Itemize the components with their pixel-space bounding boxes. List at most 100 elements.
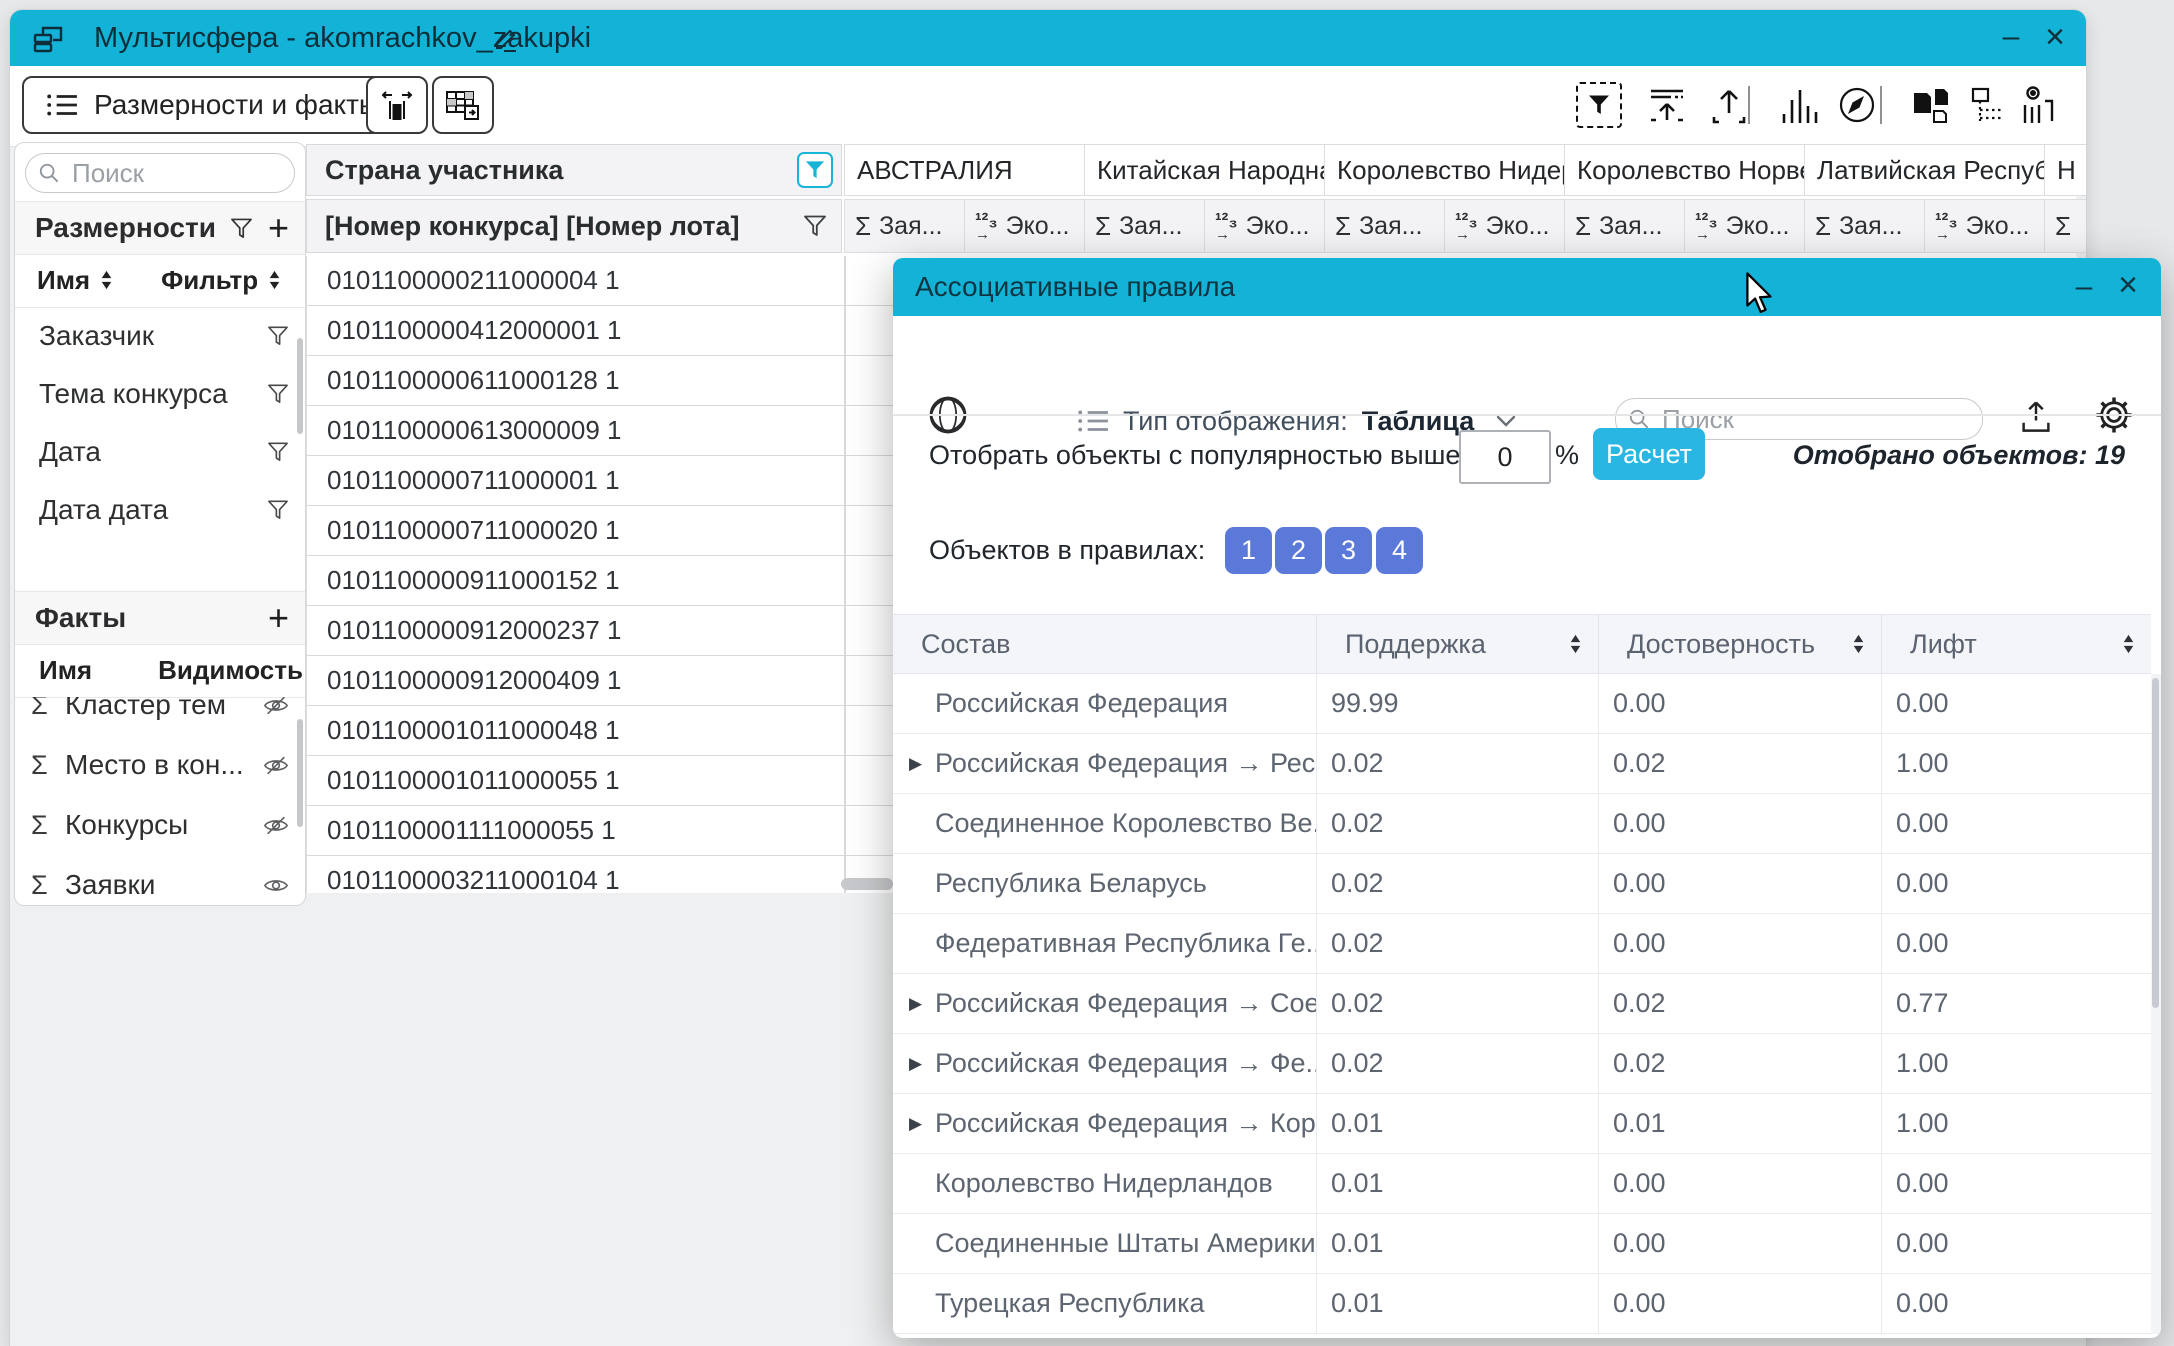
collapse-rows-icon[interactable]	[1644, 82, 1690, 128]
table-row[interactable]: Соединенные Штаты Америки 0.01 0.00 0.00	[893, 1214, 2151, 1274]
search-input[interactable]	[70, 157, 282, 190]
table-row[interactable]: Федеративная Республика Ге... 0.02 0.00 …	[893, 914, 2151, 974]
column-header[interactable]: Королевство Норве	[1564, 144, 1815, 196]
dialog-title-bar[interactable]: Ассоциативные правила – ×	[893, 258, 2161, 316]
measure-header-applications[interactable]: ΣЗая...	[1564, 199, 1693, 253]
dialog-export-icon[interactable]	[2019, 398, 2053, 434]
table-row[interactable]: Республика Беларусь 0.02 0.00 0.00	[893, 854, 2151, 914]
eye-slash-icon[interactable]	[263, 816, 289, 835]
panel-search[interactable]	[25, 153, 295, 193]
table-row[interactable]: Российская Федерация 99.99 0.00 0.00	[893, 674, 2151, 734]
measure-header-economy[interactable]: ¹²₃→ Эко...	[1684, 199, 1813, 253]
filter-icon[interactable]	[803, 215, 827, 237]
calculate-button[interactable]: Расчет	[1593, 428, 1705, 480]
dimension-item[interactable]: Дата дата	[15, 481, 305, 539]
object-count-button-1[interactable]: 1	[1225, 527, 1272, 574]
measure-header-economy[interactable]: ¹²₃→ Эко...	[1444, 199, 1573, 253]
fact-item[interactable]: Σ Место в кон...	[15, 735, 305, 795]
sort-icon[interactable]	[268, 269, 281, 291]
compass-icon[interactable]	[1834, 82, 1880, 128]
facts-scrollbar[interactable]	[297, 719, 303, 827]
table-view-button[interactable]	[432, 76, 494, 134]
eye-slash-icon[interactable]	[263, 756, 289, 775]
expand-arrow-icon[interactable]: ▶	[909, 1114, 922, 1134]
sort-icon[interactable]	[1569, 633, 1582, 655]
popularity-input[interactable]	[1459, 430, 1551, 484]
column-header[interactable]: Н	[2044, 144, 2086, 196]
table-row[interactable]: Турецкая Республика 0.01 0.00 0.00	[893, 1274, 2151, 1334]
measure-header-applications[interactable]: Σ	[2044, 199, 2086, 253]
dialog-scrollbar[interactable]	[2151, 674, 2161, 1334]
add-fact-button[interactable]: +	[268, 600, 289, 636]
filter-icon[interactable]	[267, 442, 289, 462]
horizontal-scrollbar[interactable]	[841, 878, 893, 890]
table-row[interactable]: ▶Российская Федерация → Кор... 0.01 0.01…	[893, 1094, 2151, 1154]
dialog-minimize-button[interactable]: –	[2065, 268, 2103, 306]
sigma-icon: Σ	[31, 697, 65, 721]
dimensions-facts-button[interactable]: Размерности и факты	[22, 76, 403, 134]
eye-icon[interactable]	[263, 876, 289, 895]
expand-arrow-icon[interactable]: ▶	[909, 754, 922, 774]
expand-arrow-icon[interactable]: ▶	[909, 994, 922, 1014]
add-dimension-button[interactable]: +	[268, 210, 289, 246]
display-type-select[interactable]: Тип отображения: Таблица	[1077, 396, 1516, 446]
copy-pages-icon[interactable]	[1908, 82, 1954, 128]
measure-header-economy[interactable]: ¹²₃→ Эко...	[1204, 199, 1333, 253]
measure-header-economy[interactable]: ¹²₃→ Эко...	[1924, 199, 2053, 253]
fact-item[interactable]: Σ Конкурсы	[15, 795, 305, 855]
confidence-column-header[interactable]: Достоверность	[1598, 615, 1881, 673]
export-icon[interactable]	[1706, 82, 1752, 128]
dimensions-scrollbar[interactable]	[297, 338, 303, 434]
table-row[interactable]: ▶Российская Федерация → Фе... 0.02 0.02 …	[893, 1034, 2151, 1094]
chart-icon[interactable]	[1776, 82, 1822, 128]
column-width-button[interactable]	[366, 76, 428, 134]
row-dimension-header[interactable]: Страна участника	[306, 144, 842, 196]
object-count-button-4[interactable]: 4	[1376, 527, 1423, 574]
measure-header-applications[interactable]: ΣЗая...	[1084, 199, 1213, 253]
dimensions-filter-icon[interactable]	[230, 218, 253, 239]
filter-icon[interactable]	[267, 384, 289, 404]
column-header[interactable]: Китайская Народна	[1084, 144, 1335, 196]
object-count-button-2[interactable]: 2	[1275, 527, 1322, 574]
dimension-item[interactable]: Тема конкурса	[15, 365, 305, 423]
sort-icon[interactable]	[1852, 633, 1865, 655]
sort-icon[interactable]	[2122, 633, 2135, 655]
column-header[interactable]: Королевство Нидер	[1324, 144, 1575, 196]
edit-title-icon[interactable]	[492, 25, 520, 53]
sort-icon[interactable]	[100, 269, 113, 291]
column-header[interactable]: АВСТРАЛИЯ	[844, 144, 1095, 196]
visibility-columns-icon[interactable]	[2018, 82, 2064, 128]
measure-header-applications[interactable]: ΣЗая...	[844, 199, 973, 253]
measure-header-applications[interactable]: ΣЗая...	[1324, 199, 1453, 253]
minimize-button[interactable]: –	[1992, 18, 2030, 56]
close-button[interactable]: ×	[2036, 18, 2074, 56]
measure-header-applications[interactable]: ΣЗая...	[1804, 199, 1933, 253]
table-row[interactable]: ▶Российская Федерация → Сое... 0.02 0.02…	[893, 974, 2151, 1034]
active-filter-icon[interactable]	[797, 152, 833, 188]
composition-column-header[interactable]: Состав	[893, 615, 1316, 673]
row-key-header[interactable]: [Номер конкурса] [Номер лота]	[306, 199, 842, 253]
table-row[interactable]: ▶Российская Федерация → Рес... 0.02 0.02…	[893, 734, 2151, 794]
filter-icon[interactable]	[267, 326, 289, 346]
lift-column-header[interactable]: Лифт	[1881, 615, 2151, 673]
support-column-header[interactable]: Поддержка	[1316, 615, 1598, 673]
fact-item[interactable]: Σ Заявки	[15, 855, 305, 905]
expand-arrow-icon[interactable]: ▶	[909, 1054, 922, 1074]
main-title-bar[interactable]: Мультисфера - akomrachkov_zakupki – ×	[10, 10, 2086, 66]
dimension-item[interactable]: Заказчик	[15, 307, 305, 365]
fact-item[interactable]: Σ Кластер тем	[15, 697, 305, 735]
filter-tool-icon[interactable]	[1576, 82, 1622, 128]
dimension-item[interactable]: Дата	[15, 423, 305, 481]
dialog-search-input[interactable]	[1660, 403, 1970, 436]
table-row[interactable]: Соединенное Королевство Ве... 0.02 0.00 …	[893, 794, 2151, 854]
mouse-cursor	[1746, 272, 1774, 314]
dialog-close-button[interactable]: ×	[2109, 266, 2147, 304]
table-row[interactable]: Королевство Нидерландов 0.01 0.00 0.00	[893, 1154, 2151, 1214]
scrollbar-thumb[interactable]	[2152, 678, 2159, 1008]
object-count-button-3[interactable]: 3	[1325, 527, 1372, 574]
column-header[interactable]: Латвийская Респуб	[1804, 144, 2055, 196]
eye-slash-icon[interactable]	[263, 697, 289, 715]
filter-icon[interactable]	[267, 500, 289, 520]
measure-header-economy[interactable]: ¹²₃→ Эко...	[964, 199, 1093, 253]
structure-icon[interactable]	[1968, 82, 2014, 128]
